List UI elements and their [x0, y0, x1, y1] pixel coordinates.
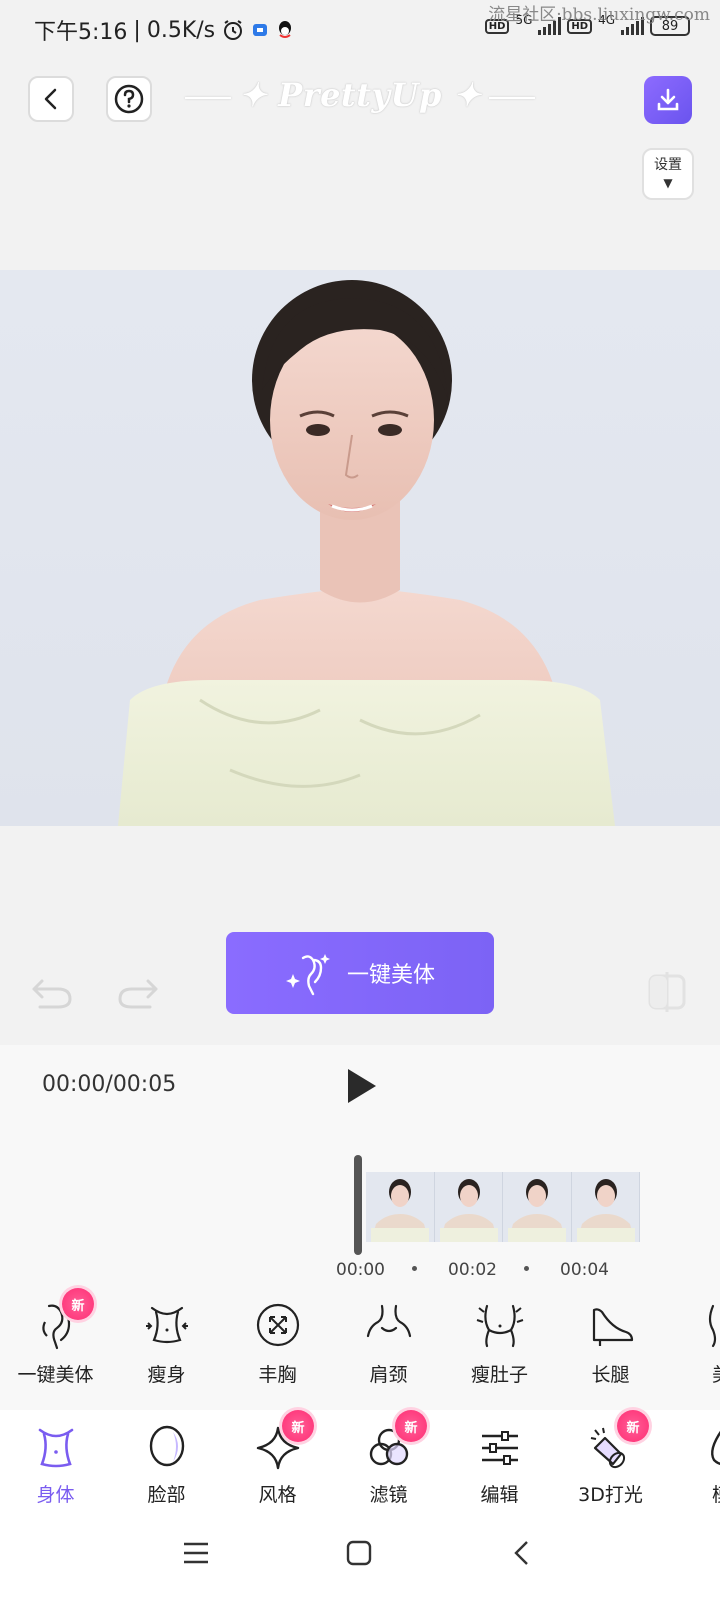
tab-style[interactable]: 风格 新 — [222, 1410, 333, 1510]
tool-label: 长腿 — [591, 1364, 630, 1386]
settings-label: 设置 — [654, 157, 682, 173]
video-thumbnail-strip[interactable] — [366, 1172, 640, 1242]
compare-icon[interactable] — [648, 972, 686, 1012]
tab-edit[interactable]: 编辑 — [444, 1410, 555, 1510]
tab-label: 身体 — [36, 1484, 75, 1506]
undo-icon[interactable] — [30, 975, 74, 1011]
video-thumbnail — [366, 1172, 435, 1242]
tool-slim-body[interactable]: 瘦身 — [111, 1300, 222, 1410]
one-tap-beauty-button[interactable]: 一键美体 — [226, 932, 494, 1014]
new-badge: 新 — [395, 1410, 427, 1442]
thumbnail-image — [576, 1179, 635, 1242]
bust-icon — [256, 1303, 299, 1347]
app-notification-icon — [253, 24, 268, 36]
status-separator: | — [133, 17, 141, 43]
tool-label: 肩颈 — [369, 1364, 408, 1386]
time-display: 00:00/00:05 — [42, 1072, 177, 1097]
thumbnail-image — [439, 1179, 498, 1242]
settings-dropdown[interactable]: 设置 ▼ — [642, 148, 694, 200]
tool-one-tap-beauty[interactable]: 一键美体 新 — [0, 1288, 111, 1410]
timeline-tick: 00:00 — [336, 1260, 385, 1280]
download-button[interactable] — [644, 76, 692, 124]
logo-rule-right — [488, 96, 535, 99]
portrait-image — [118, 280, 615, 826]
back-nav-icon[interactable] — [512, 1540, 532, 1566]
face-tab-icon — [149, 1425, 184, 1467]
logo-star-left-icon: ✦ — [239, 76, 267, 114]
tool-beauty[interactable]: 美 — [666, 1300, 720, 1410]
tool-bust[interactable]: 丰胸 — [222, 1300, 333, 1410]
tool-label: 一键美体 — [17, 1364, 94, 1386]
video-thumbnail — [434, 1172, 503, 1242]
slim-body-icon — [145, 1306, 188, 1344]
new-badge: 新 — [62, 1288, 94, 1320]
play-icon[interactable] — [344, 1066, 380, 1106]
new-badge: 新 — [617, 1410, 649, 1442]
tool-label: 美 — [712, 1360, 720, 1387]
logo-star-right-icon: ✦ — [453, 76, 481, 114]
one-tap-beauty-label: 一键美体 — [346, 963, 435, 988]
bottom-tab-bar: 身体 脸部 风格 新 滤镜 新 编辑 3D打光 新 模 — [0, 1410, 720, 1510]
tab-label: 滤镜 — [369, 1484, 408, 1506]
photo-preview[interactable] — [0, 270, 720, 826]
shoulder-neck-icon — [366, 1304, 411, 1338]
logo-rule-left — [185, 96, 232, 99]
video-thumbnail — [571, 1172, 640, 1242]
body-tab-icon — [38, 1428, 73, 1468]
tool-label: 瘦身 — [147, 1364, 186, 1386]
long-legs-icon — [592, 1308, 633, 1346]
status-bar: 下午5:16 | 0.5K/s HD 5G HD 4G 89 流星社区·bbs.… — [0, 0, 720, 60]
tab-label: 脸部 — [147, 1484, 186, 1506]
thumbnail-image — [371, 1179, 429, 1242]
thumbnail-image — [508, 1179, 566, 1242]
system-navigation-bar — [0, 1510, 720, 1600]
tab-face[interactable]: 脸部 — [111, 1410, 222, 1510]
tab-label: 风格 — [258, 1484, 297, 1506]
video-thumbnail — [503, 1172, 572, 1242]
logo-text: PrettyUp — [278, 76, 442, 114]
timeline-dot — [412, 1266, 417, 1271]
tool-label: 瘦肚子 — [470, 1364, 528, 1386]
belly-icon — [476, 1304, 523, 1348]
timeline-tick: 00:02 — [448, 1260, 497, 1280]
template-tab-icon — [710, 1430, 720, 1466]
alarm-icon — [224, 20, 243, 40]
tool-label: 丰胸 — [258, 1364, 297, 1386]
tab-label: 3D打光 — [578, 1484, 643, 1506]
tab-body[interactable]: 身体 — [0, 1410, 111, 1510]
home-icon[interactable] — [346, 1540, 372, 1566]
tab-label: 模 — [712, 1480, 720, 1507]
watermark: 流星社区·bbs.liuxingw.com — [488, 5, 710, 25]
redo-icon[interactable] — [116, 975, 160, 1011]
beauty-icon — [708, 1304, 716, 1348]
edit-tab-icon — [481, 1431, 518, 1465]
chevron-down-icon: ▼ — [663, 176, 673, 190]
body-sparkle-icon — [285, 954, 330, 996]
tab-label: 编辑 — [480, 1484, 519, 1506]
download-icon — [657, 88, 679, 111]
status-speed: 0.5K/s — [146, 17, 216, 43]
menu-icon[interactable] — [182, 1540, 210, 1566]
timeline-tick: 00:04 — [560, 1260, 609, 1280]
tool-long-legs[interactable]: 长腿 — [555, 1300, 666, 1410]
tool-belly[interactable]: 瘦肚子 — [444, 1300, 555, 1410]
tool-shoulder-neck[interactable]: 肩颈 — [333, 1300, 444, 1410]
new-badge: 新 — [282, 1410, 314, 1442]
body-tools-row: 一键美体 新 瘦身 丰胸 肩颈 瘦肚子 长腿 美 — [0, 1288, 720, 1410]
tab-3d-lighting[interactable]: 3D打光 新 — [555, 1410, 666, 1510]
timeline-dot — [524, 1266, 529, 1271]
app-logo: ✦ PrettyUp ✦ — [0, 76, 720, 114]
tab-filter[interactable]: 滤镜 新 — [333, 1410, 444, 1510]
status-time: 下午5:16 — [34, 20, 128, 45]
tab-template[interactable]: 模 — [666, 1410, 720, 1510]
qq-icon — [279, 21, 292, 38]
playhead-cursor[interactable] — [354, 1155, 362, 1255]
